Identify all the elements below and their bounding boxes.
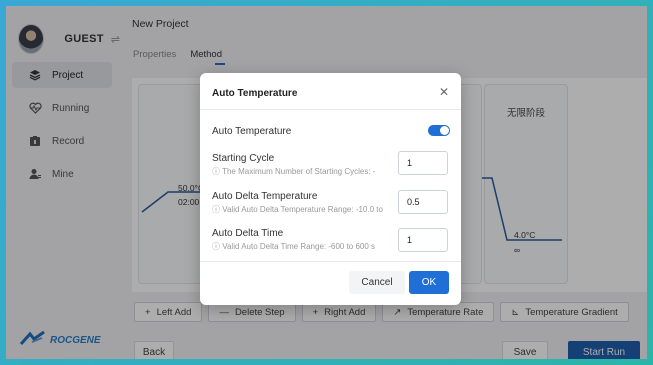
auto-temperature-label: Auto Temperature [212,126,292,137]
app-window: GUEST ⇌ Project Running Record Mine ROCG… [6,6,647,359]
auto-delta-temperature-label: Auto Delta Temperature [212,191,318,202]
starting-cycle-hint: ⓘ The Maximum Number of Starting Cycles:… [212,167,376,176]
starting-cycle-label: Starting Cycle [212,153,275,164]
dialog-header: Auto Temperature ✕ [200,73,461,110]
auto-delta-temperature-input[interactable]: 0.5 [398,190,448,214]
dialog-footer-divider [200,261,461,262]
ok-button[interactable]: OK [409,271,449,294]
dialog-title: Auto Temperature [212,88,298,99]
auto-delta-time-input[interactable]: 1 [398,228,448,252]
toggle-knob [440,126,449,135]
auto-delta-time-label: Auto Delta Time [212,228,284,239]
close-icon[interactable]: ✕ [439,85,449,99]
starting-cycle-input[interactable]: 1 [398,151,448,175]
auto-temperature-dialog: Auto Temperature ✕ Auto Temperature Star… [200,73,461,305]
auto-temperature-toggle[interactable] [428,125,450,136]
cancel-button[interactable]: Cancel [349,271,405,294]
auto-delta-temperature-hint: ⓘ Valid Auto Delta Temperature Range: -1… [212,205,383,214]
auto-delta-time-hint: ⓘ Valid Auto Delta Time Range: -600 to 6… [212,242,376,251]
